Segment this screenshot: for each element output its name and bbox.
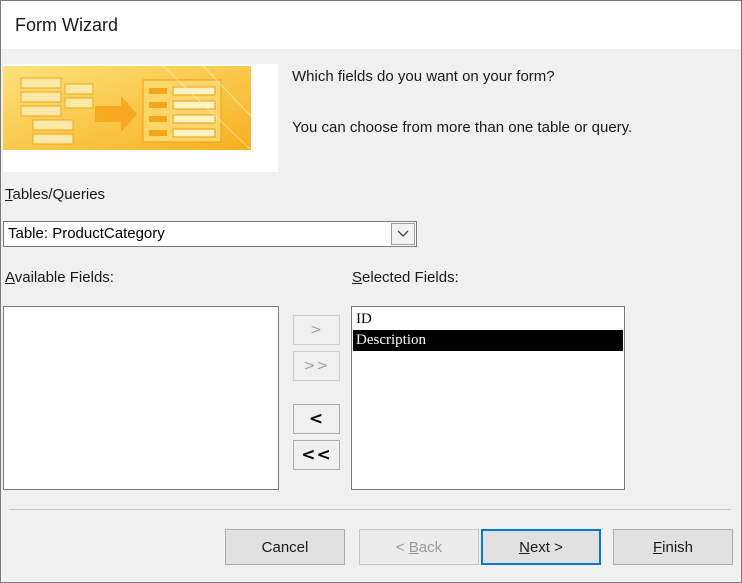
form-wizard-dialog: Form Wizard Which fields do you want on … [0, 0, 742, 583]
form-wizard-banner-icon [3, 66, 252, 151]
remove-field-button[interactable]: < [293, 404, 340, 434]
add-all-fields-button[interactable]: >> [293, 351, 340, 381]
window-title: Form Wizard [15, 15, 118, 35]
available-fields-list[interactable] [3, 306, 279, 490]
next-button[interactable]: Next > [481, 529, 601, 565]
tables-queries-label-mnemonic: T [5, 186, 13, 203]
next-button-text: ext > [529, 538, 563, 556]
selected-fields-label-mnemonic: S [352, 269, 363, 286]
list-item[interactable]: ID [353, 309, 623, 330]
chevron-down-icon [397, 230, 409, 237]
selected-fields-label-text: elected Fields: [362, 269, 459, 286]
available-fields-label: Available Fields: [5, 269, 114, 286]
tables-queries-value: Table: ProductCategory [8, 225, 165, 242]
selected-fields-label: Selected Fields: [352, 269, 459, 286]
combo-dropdown-button[interactable] [391, 223, 415, 245]
back-button[interactable]: < Back [359, 529, 479, 565]
selected-fields-list[interactable]: ID Description [351, 306, 625, 490]
prompt-hint: You can choose from more than one table … [292, 119, 633, 136]
available-fields-label-text: vailable Fields: [14, 269, 114, 286]
add-field-button[interactable]: > [293, 315, 340, 345]
available-fields-label-mnemonic: A [5, 269, 15, 286]
back-button-prefix: < [395, 538, 409, 556]
wizard-banner [3, 64, 278, 172]
remove-all-fields-button[interactable]: << [293, 440, 340, 470]
finish-button-text: inish [662, 538, 694, 556]
next-button-mnemonic: N [519, 538, 530, 556]
tables-queries-combobox[interactable]: Table: ProductCategory [3, 221, 417, 247]
tables-queries-label-text: ables/Queries [12, 186, 106, 203]
back-button-mnemonic: B [408, 538, 419, 556]
footer-divider [9, 509, 731, 510]
finish-button-mnemonic: F [652, 538, 663, 556]
finish-button[interactable]: Finish [613, 529, 733, 565]
tables-queries-label: Tables/Queries [5, 186, 105, 203]
cancel-button[interactable]: Cancel [225, 529, 345, 565]
back-button-text: ack [418, 538, 443, 556]
prompt-question: Which fields do you want on your form? [292, 68, 555, 85]
list-item[interactable]: Description [353, 330, 623, 351]
title-bar: Form Wizard [1, 1, 741, 49]
